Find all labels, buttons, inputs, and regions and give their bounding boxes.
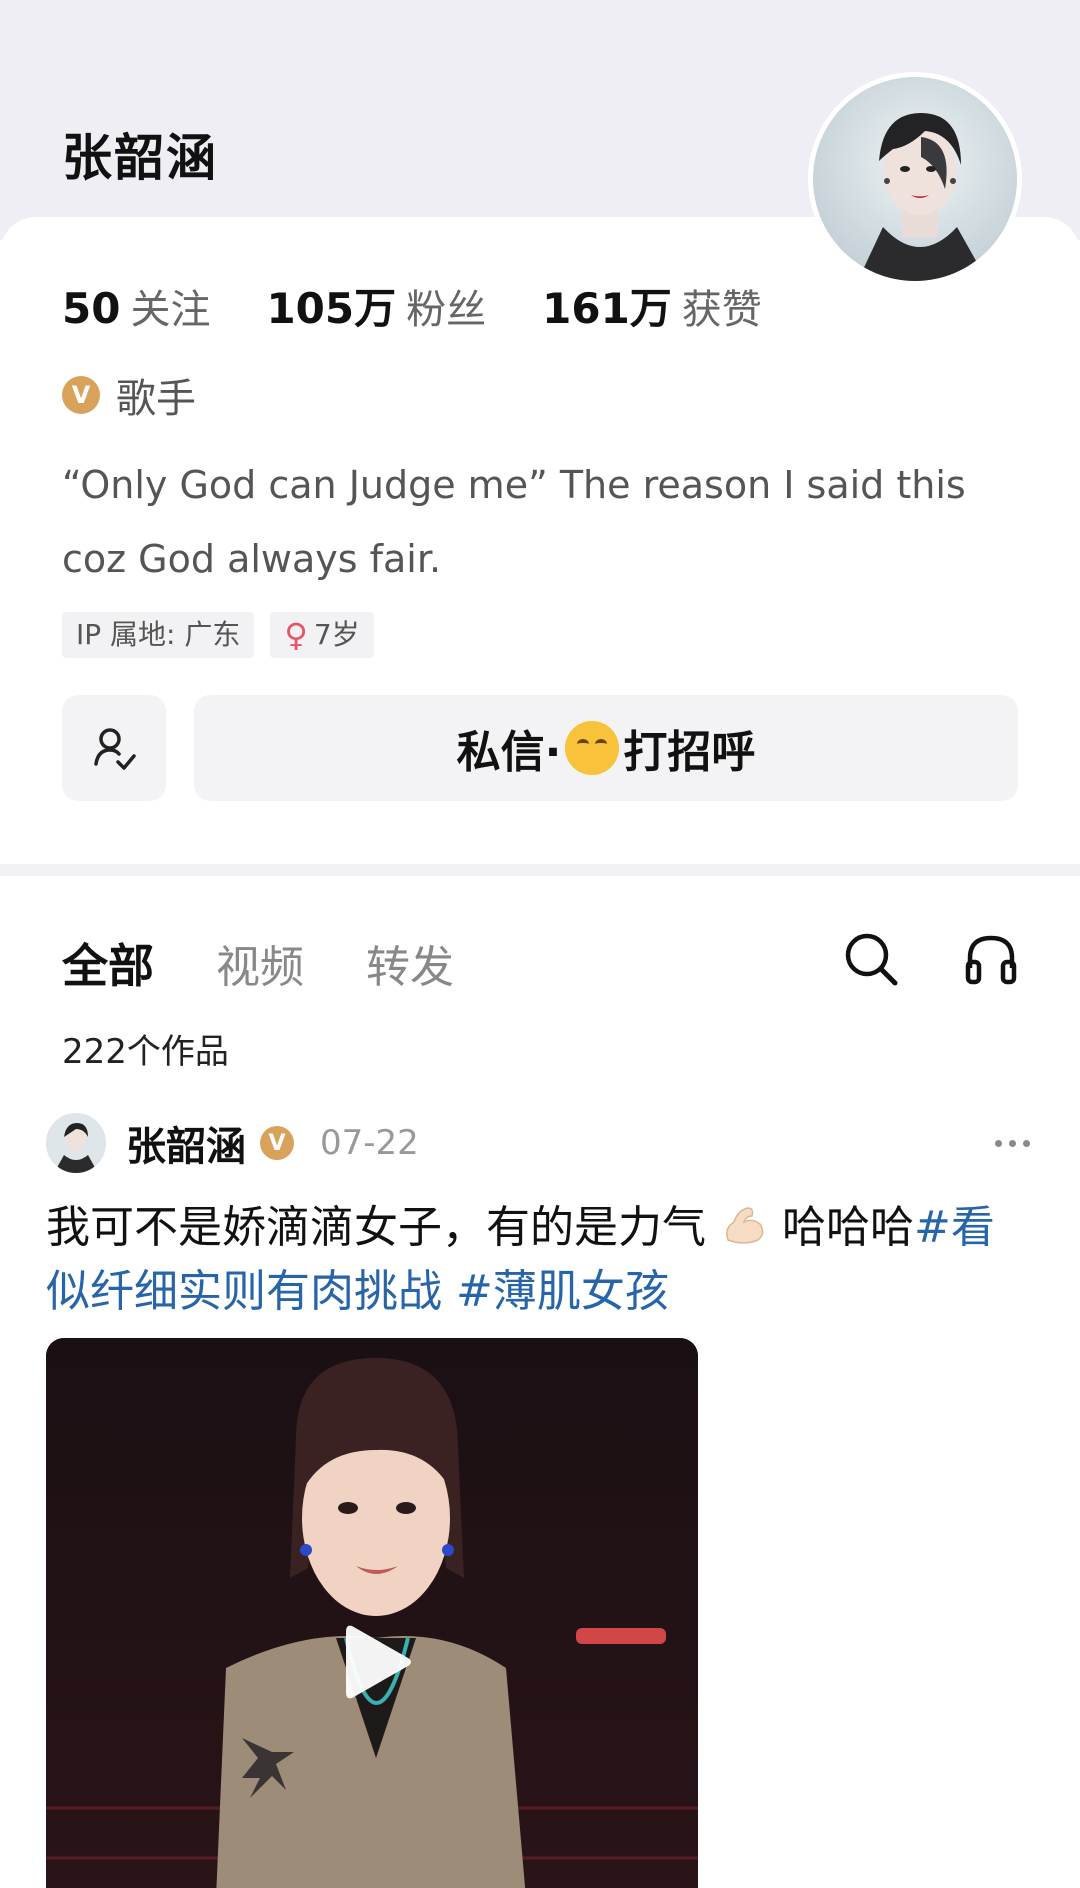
post-laugh-text: 哈哈哈 bbox=[782, 1202, 914, 1253]
search-button[interactable] bbox=[842, 930, 900, 988]
tab-video[interactable]: 视频 bbox=[216, 931, 304, 995]
verification-row: V 歌手 bbox=[62, 366, 196, 424]
avatar-portrait bbox=[813, 77, 1017, 281]
age-text: 7岁 bbox=[313, 618, 360, 651]
stat-following-count: 50 bbox=[62, 284, 121, 333]
play-button[interactable] bbox=[342, 1620, 414, 1704]
play-icon bbox=[346, 1625, 411, 1699]
author-avatar-image bbox=[46, 1113, 106, 1173]
gender-age-tag: ♀ 7岁 bbox=[270, 612, 374, 658]
stat-likes-label: 获赞 bbox=[681, 287, 762, 333]
user-follow-icon bbox=[94, 728, 136, 770]
more-dots-icon[interactable] bbox=[995, 1139, 1036, 1147]
stat-likes[interactable]: 161万 获赞 bbox=[542, 275, 762, 336]
profile-bio: “Only God can Judge me” The reason I sai… bbox=[62, 463, 966, 581]
post-text: 我可不是娇滴滴女子，有的是力气 哈哈哈#看似纤细实则有肉挑战 #薄肌女孩 bbox=[46, 1196, 1026, 1324]
female-icon: ♀ bbox=[284, 616, 308, 654]
stat-fans-count: 105万 bbox=[266, 284, 397, 333]
hug-emoji-icon bbox=[565, 721, 620, 775]
stat-fans-label: 粉丝 bbox=[406, 287, 487, 333]
headphones-icon bbox=[965, 935, 1017, 985]
flexed-biceps-emoji-icon bbox=[726, 1207, 764, 1244]
stat-fans[interactable]: 105万 粉丝 bbox=[266, 275, 486, 336]
video-thumbnail[interactable] bbox=[46, 1338, 698, 1888]
post-author-name[interactable]: 张韶涵 bbox=[126, 1114, 246, 1172]
post-verified-badge-icon: V bbox=[260, 1126, 294, 1160]
hashtag-link-2[interactable]: #薄肌女孩 bbox=[456, 1266, 669, 1317]
greet-label: 打招呼 bbox=[623, 727, 756, 778]
message-label: 私信· bbox=[456, 727, 562, 778]
search-icon bbox=[845, 933, 898, 986]
follow-button[interactable] bbox=[62, 695, 166, 801]
stat-following-label: 关注 bbox=[130, 287, 211, 333]
post-author-avatar[interactable] bbox=[46, 1113, 106, 1173]
profile-tags: IP 属地: 广东 ♀ 7岁 bbox=[62, 612, 390, 658]
listen-button[interactable] bbox=[962, 930, 1020, 988]
tab-all[interactable]: 全部 bbox=[62, 930, 154, 996]
ip-location-text: IP 属地: 广东 bbox=[76, 618, 241, 651]
content-tabs: 全部 视频 转发 bbox=[62, 930, 516, 996]
post-body-text: 我可不是娇滴滴女子，有的是力气 bbox=[46, 1202, 706, 1253]
ip-location-tag: IP 属地: 广东 bbox=[62, 612, 255, 658]
verified-title: 歌手 bbox=[116, 376, 196, 422]
video-frame-image bbox=[46, 1338, 698, 1888]
post-date: 07-22 bbox=[320, 1123, 419, 1163]
stat-likes-count: 161万 bbox=[542, 284, 672, 333]
tab-repost[interactable]: 转发 bbox=[366, 931, 454, 995]
profile-stats: 50 关注 105万 粉丝 161万 获赞 bbox=[62, 275, 818, 336]
profile-avatar[interactable] bbox=[808, 72, 1022, 286]
post-header: 张韶涵 V 07-22 bbox=[46, 1112, 1036, 1174]
section-divider bbox=[0, 864, 1080, 876]
message-greet-button[interactable]: 私信· 打招呼 bbox=[194, 695, 1018, 801]
profile-display-name: 张韶涵 bbox=[62, 129, 218, 187]
verified-badge-icon: V bbox=[62, 376, 100, 414]
works-count: 222个作品 bbox=[62, 1032, 229, 1072]
stat-following[interactable]: 50 关注 bbox=[62, 277, 210, 335]
